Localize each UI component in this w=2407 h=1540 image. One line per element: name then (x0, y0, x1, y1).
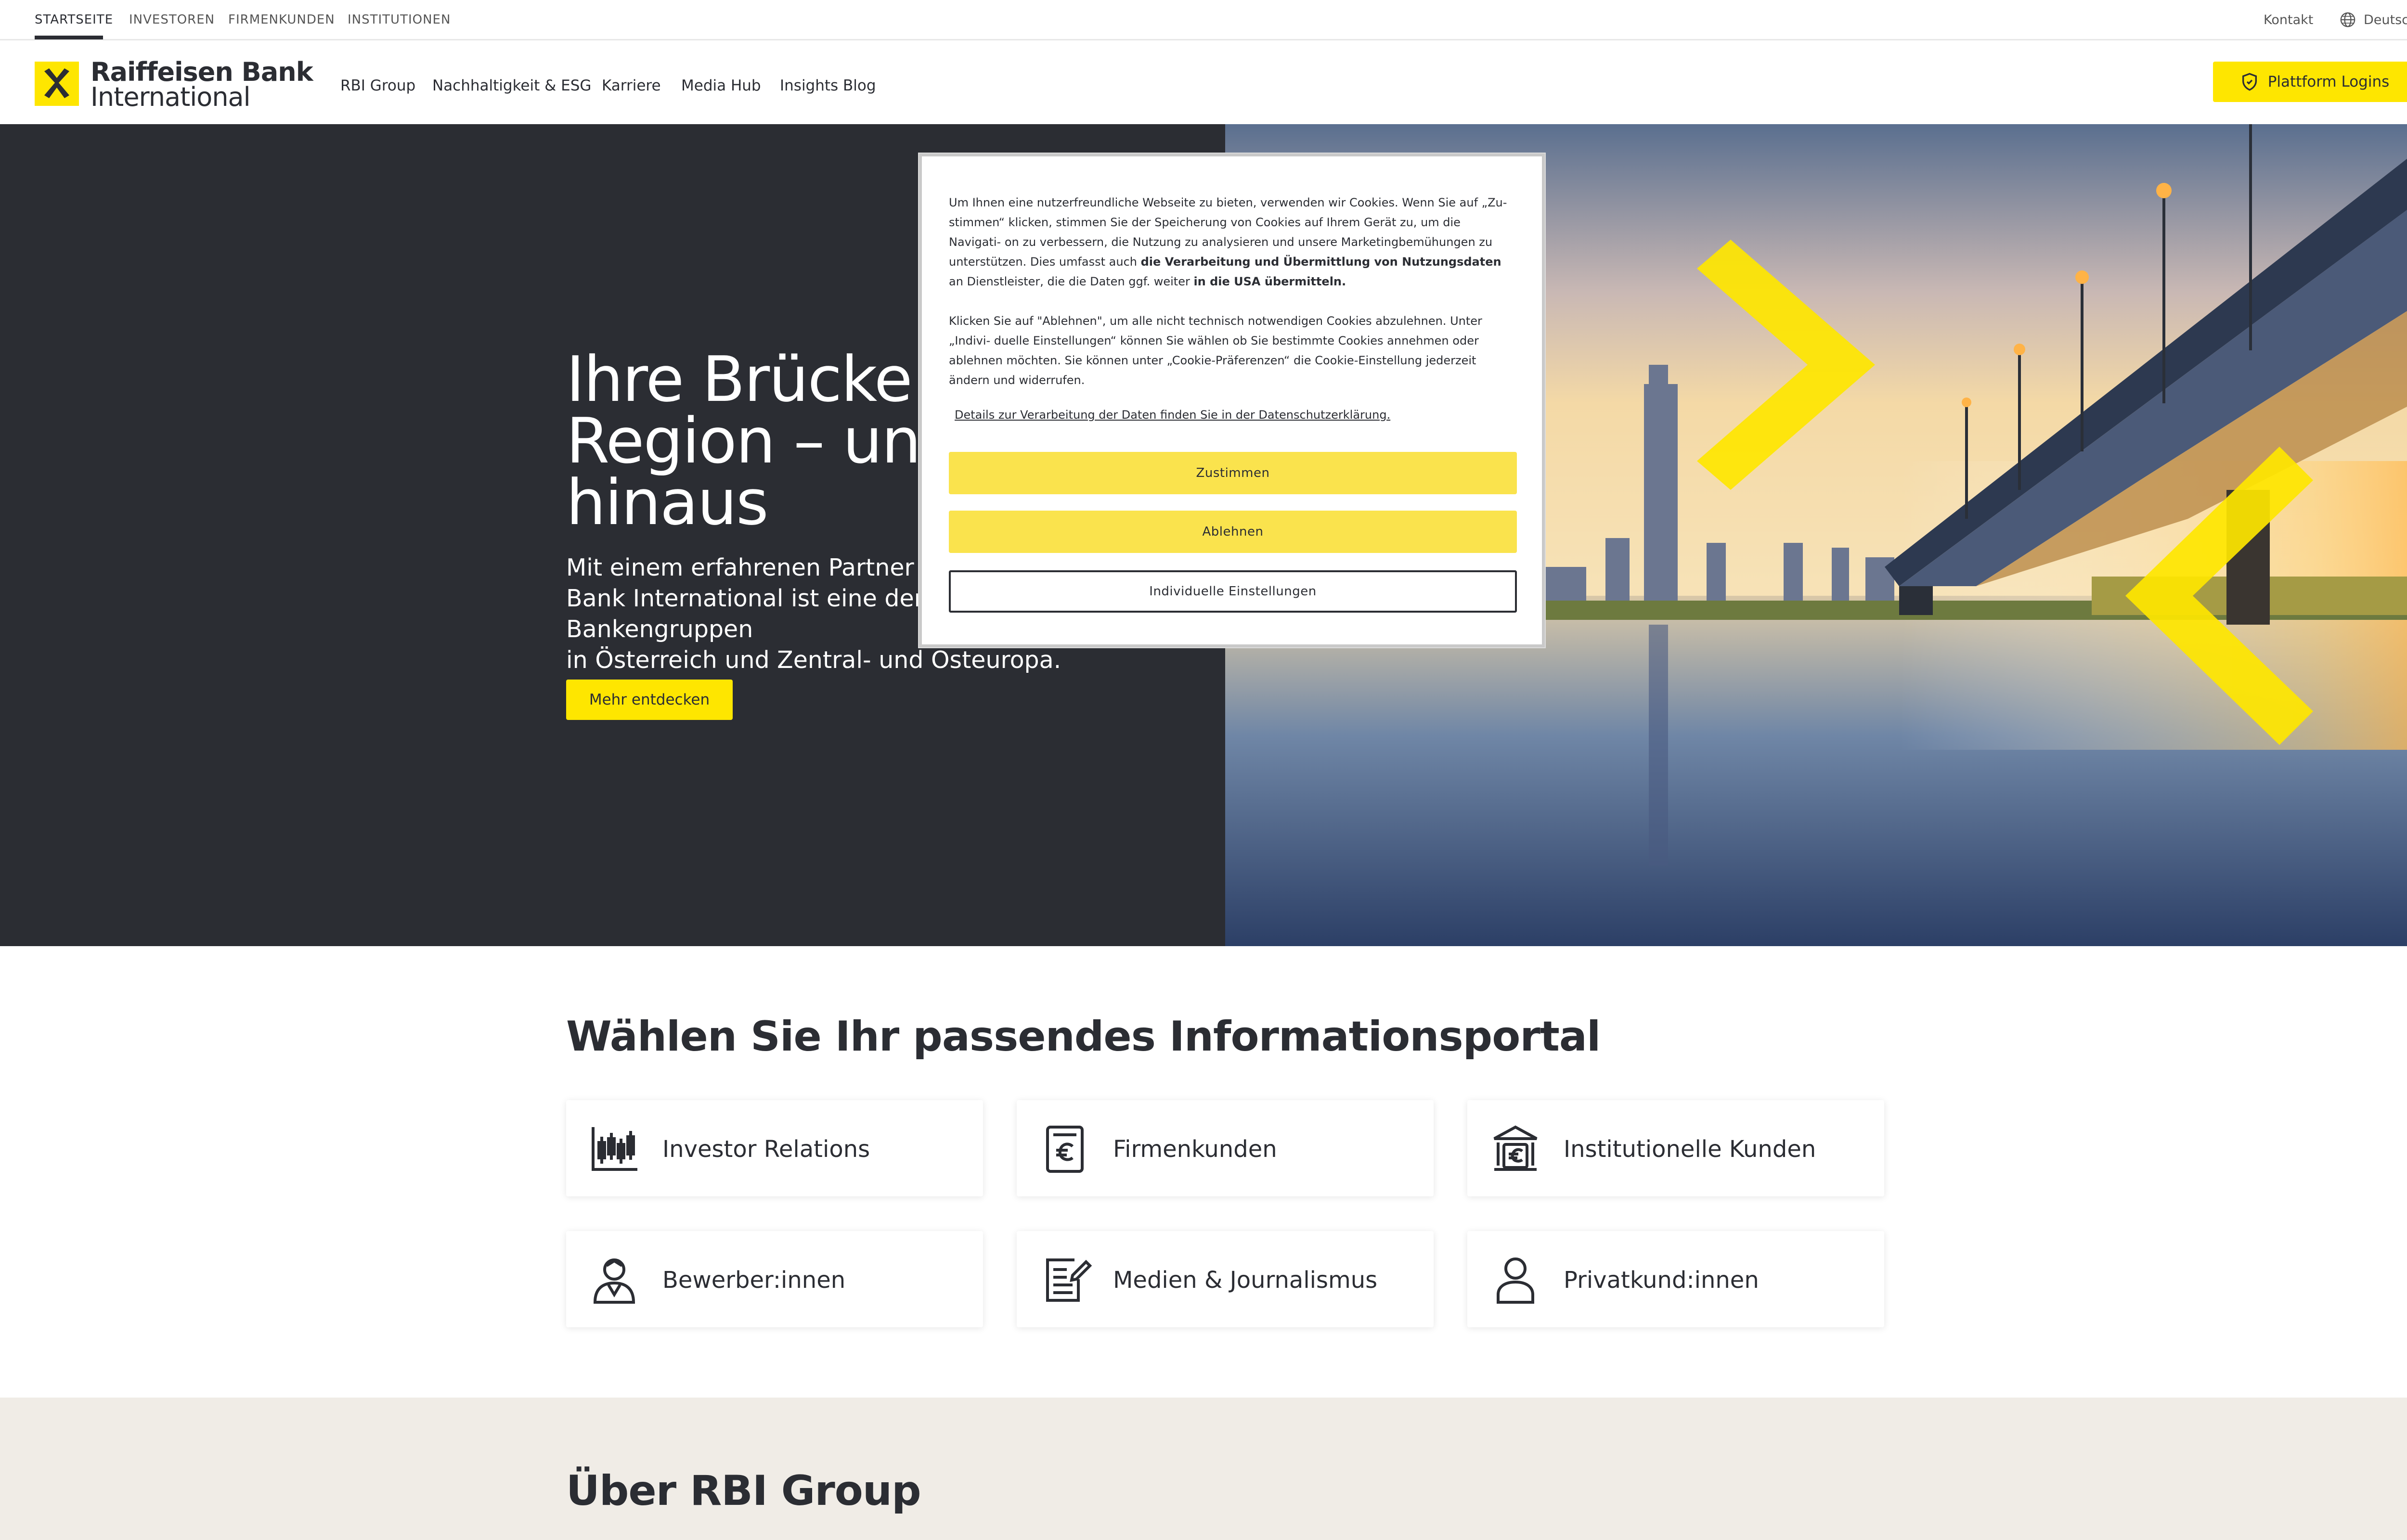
card-label: Investor Relations (662, 1136, 870, 1163)
contact-link[interactable]: Kontakt (2264, 13, 2313, 27)
platform-logins-button[interactable]: Plattform Logins (2213, 62, 2407, 102)
active-tab-indicator (35, 36, 103, 39)
portal-section-title: Wählen Sie Ihr passendes Informationspor… (566, 1013, 1601, 1061)
person-icon (1497, 1258, 1534, 1304)
portal-card-bewerber[interactable]: Bewerber:innen (566, 1231, 983, 1327)
language-selector[interactable]: Deutsch (2364, 13, 2407, 27)
portal-card-privatkunden[interactable]: Privatkund:innen (1467, 1231, 1884, 1327)
reject-cookies-button[interactable]: Ablehnen (949, 511, 1517, 553)
portal-card-firmenkunden[interactable]: Firmenkunden (1017, 1100, 1434, 1196)
portal-card-medien[interactable]: Medien & Journalismus (1017, 1231, 1434, 1327)
portal-card-investor-relations[interactable]: Investor Relations (566, 1100, 983, 1196)
edit-document-icon (1046, 1258, 1092, 1302)
platform-logins-label: Plattform Logins (2267, 73, 2390, 90)
tab-startseite[interactable]: STARTSEITE (35, 13, 113, 27)
cookie-text-bold: in die USA übermitteln. (1193, 275, 1346, 288)
nav-rbi-group[interactable]: RBI Group (340, 77, 415, 94)
cookie-consent-dialog: Um Ihnen eine nutzerfreundliche Webseite… (919, 154, 1545, 647)
cookie-text-paragraph-1: Um Ihnen eine nutzerfreundliche Webseite… (949, 193, 1515, 292)
tab-firmenkunden[interactable]: FIRMENKUNDEN (228, 13, 335, 27)
applicant-person-icon (593, 1258, 635, 1304)
card-label: Privatkund:innen (1564, 1267, 1759, 1294)
nav-media-hub[interactable]: Media Hub (681, 77, 761, 94)
shield-login-icon (2242, 73, 2257, 91)
individual-settings-button[interactable]: Individuelle Einstellungen (949, 570, 1517, 613)
cookie-text-paragraph-2: Klicken Sie auf "Ablehnen", um alle nich… (949, 314, 1482, 387)
privacy-details-link[interactable]: Details zur Verarbeitung der Daten finde… (955, 405, 1515, 425)
logo-wordmark-line2[interactable]: International (91, 82, 251, 112)
top-utility-bar: STARTSEITE INVESTOREN FIRMENKUNDEN INSTI… (0, 0, 2407, 40)
cookie-text-bold: die Verarbeitung und Übermittlung von Nu… (1140, 255, 1501, 269)
raiffeisen-logo-icon[interactable] (35, 62, 79, 106)
main-header: Raiffeisen Bank International RBI Group … (0, 40, 2407, 124)
nav-karriere[interactable]: Karriere (602, 77, 661, 94)
euro-document-icon (1046, 1126, 1084, 1173)
tab-institutionen[interactable]: INSTITUTIONEN (348, 13, 451, 27)
about-section-title: Über RBI Group (566, 1467, 921, 1515)
tab-investoren[interactable]: INVESTOREN (129, 13, 215, 27)
card-label: Institutionelle Kunden (1564, 1136, 1816, 1163)
accept-cookies-button[interactable]: Zustimmen (949, 452, 1517, 494)
bank-building-euro-icon (1493, 1125, 1538, 1171)
card-label: Medien & Journalismus (1113, 1267, 1378, 1294)
portal-card-institutionelle-kunden[interactable]: Institutionelle Kunden (1467, 1100, 1884, 1196)
card-label: Bewerber:innen (662, 1267, 846, 1294)
globe-icon[interactable] (2340, 12, 2356, 28)
about-section: Über RBI Group (0, 1398, 2407, 1540)
candlestick-chart-icon (592, 1127, 637, 1171)
nav-insights-blog[interactable]: Insights Blog (780, 77, 876, 94)
nav-nachhaltigkeit[interactable]: Nachhaltigkeit & ESG (432, 77, 591, 94)
card-label: Firmenkunden (1113, 1136, 1277, 1163)
cookie-text-part: an Dienstleister, die die Daten ggf. wei… (949, 275, 1194, 288)
discover-more-button[interactable]: Mehr entdecken (566, 680, 733, 720)
